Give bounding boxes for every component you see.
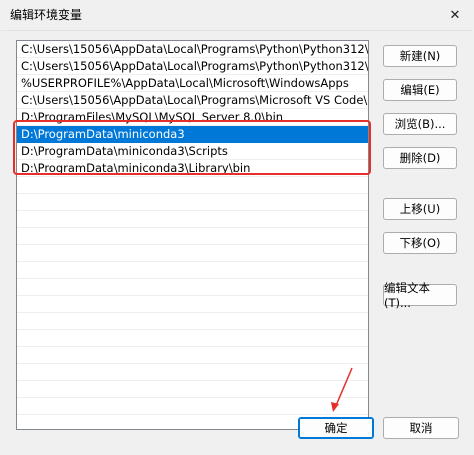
empty-row [17,228,368,245]
close-button[interactable]: ✕ [440,2,470,28]
empty-row [17,347,368,364]
empty-row [17,245,368,262]
empty-row [17,279,368,296]
list-item[interactable]: D:\ProgramData\miniconda3\Scripts [17,143,368,160]
empty-row [17,211,368,228]
delete-button[interactable]: 删除(D) [383,147,457,169]
list-item[interactable]: C:\Users\15056\AppData\Local\Programs\Mi… [17,92,368,109]
window-title: 编辑环境变量 [10,8,83,22]
empty-row [17,398,368,415]
cancel-button[interactable]: 取消 [383,417,459,439]
empty-row [17,296,368,313]
list-item[interactable]: C:\Users\15056\AppData\Local\Programs\Py… [17,41,368,58]
list-item[interactable]: %USERPROFILE%\AppData\Local\Microsoft\Wi… [17,75,368,92]
edit-text-button[interactable]: 编辑文本(T)... [383,281,457,310]
ok-button[interactable]: 确定 [298,417,374,439]
edit-button[interactable]: 编辑(E) [383,79,457,101]
empty-row [17,194,368,211]
list-item[interactable]: C:\Users\15056\AppData\Local\Programs\Py… [17,58,368,75]
empty-row [17,364,368,381]
path-list[interactable]: C:\Users\15056\AppData\Local\Programs\Py… [16,40,369,430]
title-bar: 编辑环境变量 ✕ [0,0,474,30]
empty-row [17,262,368,279]
empty-row [17,381,368,398]
move-down-button[interactable]: 下移(O) [383,232,457,254]
empty-row [17,177,368,194]
close-icon: ✕ [449,7,461,23]
empty-row [17,313,368,330]
browse-button[interactable]: 浏览(B)... [383,113,457,135]
list-item[interactable]: D:\ProgramFiles\MySQL\MySQL Server 8.0\b… [17,109,368,126]
new-button[interactable]: 新建(N) [383,45,457,67]
list-item[interactable]: D:\ProgramData\miniconda3\Library\bin [17,160,368,177]
empty-row [17,330,368,347]
list-item-selected[interactable]: D:\ProgramData\miniconda3 [17,126,368,143]
move-up-button[interactable]: 上移(U) [383,198,457,220]
